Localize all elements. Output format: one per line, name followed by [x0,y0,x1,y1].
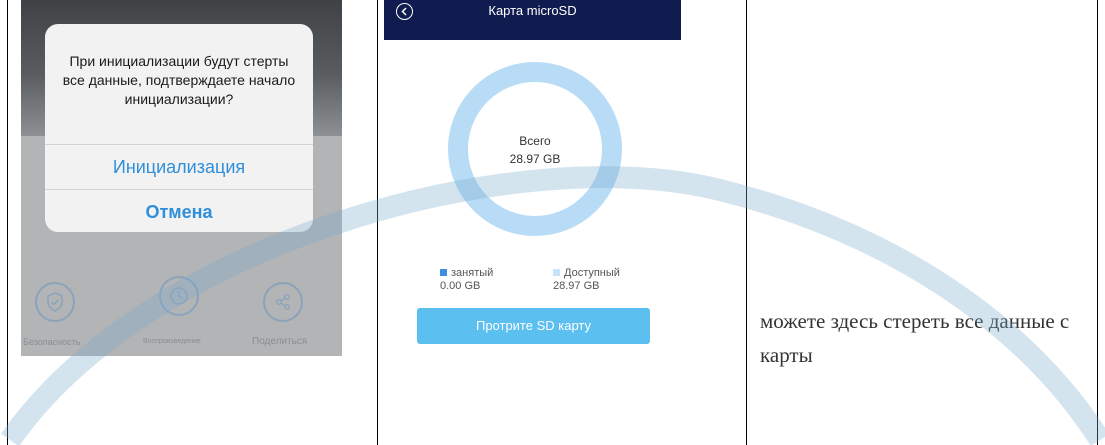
available-color-swatch [553,269,560,276]
app-header: Карта microSD [384,0,681,40]
storage-ring [448,62,622,236]
bottom-label-playback: Воспроизведение [143,338,201,345]
used-label: занятый [451,267,494,279]
available-value: 28.97 GB [553,280,600,292]
used-color-swatch [440,269,447,276]
playback-clock-icon[interactable] [159,276,199,316]
dialog-divider [45,144,313,145]
initialize-button[interactable]: Инициализация [45,157,313,178]
caption-text: можете здесь стереть все данные с карты [760,309,1070,367]
total-value: 28.97 GB [509,152,561,166]
legend-used: занятый [440,268,493,279]
dialog-message: При инициализации будут стерты все данны… [62,53,296,107]
cancel-button[interactable]: Отмена [45,202,313,223]
total-label: Всего [519,134,551,148]
share-icon[interactable] [263,282,303,322]
table-border-col1 [377,0,378,445]
legend-available: Доступный [553,268,620,279]
page-title: Карта microSD [488,3,577,18]
bottom-label-security: Безопасность [23,337,81,347]
init-confirm-dialog: При инициализации будут стерты все данны… [45,24,313,232]
table-border-left [7,0,8,445]
used-value: 0.00 GB [440,280,481,292]
init-dialog-screenshot: При инициализации будут стерты все данны… [21,0,342,356]
table-border-right [1097,0,1098,445]
dialog-divider [45,189,313,190]
bottom-label-share: Поделиться [252,336,308,347]
wipe-sd-button[interactable]: Протрите SD карту [417,308,650,344]
table-border-col2 [746,0,747,445]
shield-check-icon[interactable] [35,282,75,322]
available-label: Доступный [564,267,620,279]
